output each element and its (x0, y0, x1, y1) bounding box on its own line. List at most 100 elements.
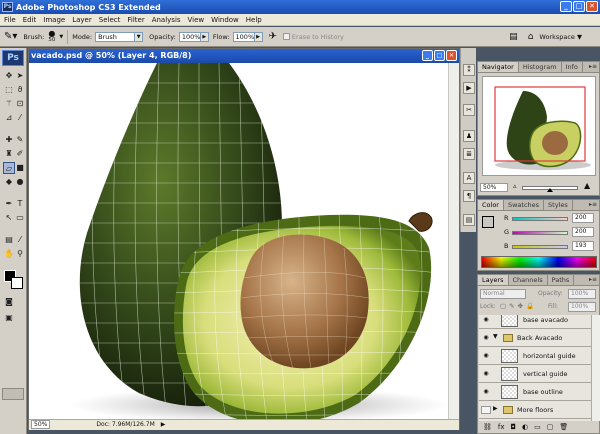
status-arrow-icon[interactable]: ▶ (161, 420, 166, 430)
layer-group-row[interactable]: ▶ More floors (479, 401, 591, 419)
tab-info[interactable]: Info (562, 62, 583, 72)
layers-scrollbar[interactable] (591, 315, 600, 421)
opacity-input[interactable]: 100% ▶ (176, 31, 209, 42)
tab-swatches[interactable]: Swatches (504, 200, 545, 210)
menu-window[interactable]: Window (211, 16, 239, 24)
edit-in-imageready-icon[interactable] (2, 388, 24, 400)
tab-color[interactable]: Color (478, 200, 504, 210)
mask-icon[interactable]: ◘ (511, 422, 517, 433)
tab-paths[interactable]: Paths (548, 275, 575, 285)
menu-image[interactable]: Image (43, 16, 65, 24)
paragraph-dock-icon[interactable]: ¶ (463, 190, 475, 202)
file-browser-icon[interactable]: ⌂ (528, 32, 534, 42)
dodge-icon[interactable]: ● (14, 176, 26, 188)
visibility-toggle[interactable] (481, 406, 491, 414)
tab-styles[interactable]: Styles (544, 200, 573, 210)
menu-analysis[interactable]: Analysis (152, 16, 181, 24)
fx-icon[interactable]: fx (498, 422, 505, 433)
doc-close-button[interactable]: ✕ (446, 50, 457, 61)
zoom-in-icon[interactable]: ▲ (584, 181, 590, 190)
close-button[interactable]: ✕ (586, 1, 598, 12)
background-color-swatch[interactable] (11, 277, 23, 289)
lasso-icon[interactable]: ϑ (14, 84, 26, 96)
tool-presets-dock-icon[interactable]: ✂ (463, 104, 475, 116)
eyedropper-icon[interactable]: ⁄ (14, 112, 26, 124)
tab-histogram[interactable]: Histogram (519, 62, 562, 72)
panel-menu-icon[interactable]: ▸≡ (589, 201, 597, 208)
history-dock-icon[interactable]: ▤ (463, 214, 475, 226)
navigator-preview[interactable] (482, 76, 596, 176)
panel-menu-icon[interactable]: ▸≡ (589, 276, 597, 283)
minimize-button[interactable]: _ (560, 1, 572, 12)
layer-group-row[interactable]: ◉ ▼ Back Avacado (479, 329, 591, 347)
brushes-dock-icon[interactable]: ⁑ (463, 64, 475, 76)
zoom-icon[interactable]: ⚲ (14, 248, 26, 260)
airbrush-icon[interactable]: ✈ (269, 31, 277, 42)
menu-layer[interactable]: Layer (72, 16, 92, 24)
erase-to-history-checkbox[interactable] (282, 33, 292, 41)
menu-file[interactable]: File (4, 16, 16, 24)
doc-minimize-button[interactable]: _ (422, 50, 433, 61)
blue-value-input[interactable]: 193 (572, 241, 594, 251)
fill-input[interactable]: 100% (568, 302, 596, 312)
visibility-eye-icon[interactable]: ◉ (481, 316, 491, 324)
gradient-icon[interactable]: ■ (14, 162, 26, 174)
collapse-triangle-icon[interactable]: ▶ (493, 405, 498, 412)
blend-mode-select[interactable]: Normal (480, 289, 526, 299)
layer-row[interactable]: ◉ base outline (479, 383, 591, 401)
link-icon[interactable]: ⛓ (483, 422, 492, 433)
tab-channels[interactable]: Channels (509, 275, 548, 285)
visibility-eye-icon[interactable]: ◉ (481, 370, 491, 378)
workspace-button[interactable]: Workspace ▼ (539, 33, 582, 41)
brush-icon[interactable]: ✎ (14, 134, 26, 146)
crop-icon[interactable]: ⊡ (14, 98, 26, 110)
shape-icon[interactable]: ▭ (14, 212, 26, 224)
history-brush-icon[interactable]: ✐ (14, 148, 26, 160)
quick-mask-icon[interactable]: ◙ (3, 296, 15, 308)
color-spectrum-ramp[interactable] (481, 256, 597, 268)
green-slider[interactable] (512, 231, 568, 235)
layer-row[interactable]: ◉ vertical guide (479, 365, 591, 383)
tab-layers[interactable]: Layers (478, 275, 509, 285)
expand-triangle-icon[interactable]: ▼ (493, 333, 498, 340)
adjustment-icon[interactable]: ◐ (522, 422, 528, 433)
new-layer-icon[interactable]: ▢ (547, 422, 554, 433)
vertical-scrollbar[interactable] (448, 63, 459, 419)
layer-row[interactable]: ◉ horizontal guide (479, 347, 591, 365)
move-pointer-icon[interactable]: ➤ (14, 70, 26, 82)
document-canvas[interactable] (29, 63, 459, 419)
clone-source-dock-icon[interactable]: ♟ (463, 130, 475, 142)
blue-slider[interactable] (512, 245, 568, 249)
maximize-button[interactable]: □ (573, 1, 585, 12)
mode-select[interactable]: Brush ▼ (92, 31, 144, 42)
actions-dock-icon[interactable]: ▶ (463, 82, 475, 94)
menu-select[interactable]: Select (99, 16, 121, 24)
foreground-color-chip[interactable] (482, 216, 494, 228)
eraser-tool-preset-icon[interactable]: ✎▾ (4, 31, 17, 42)
green-value-input[interactable]: 200 (572, 227, 594, 237)
zoom-out-icon[interactable]: ▵ (513, 182, 517, 190)
visibility-eye-icon[interactable]: ◉ (481, 352, 491, 360)
navigator-zoom-input[interactable]: 50% (480, 183, 508, 192)
red-slider[interactable] (512, 217, 568, 221)
doc-maximize-button[interactable]: □ (434, 50, 445, 61)
flow-input[interactable]: 100% ▶ (230, 31, 263, 42)
brush-picker[interactable]: ● 50 (48, 29, 55, 43)
brushes-palette-icon[interactable]: ▤ (509, 32, 518, 42)
trash-icon[interactable]: 🗑 (559, 422, 568, 433)
visibility-eye-icon[interactable]: ◉ (481, 334, 491, 342)
brush-picker-arrow-icon[interactable]: ▼ (59, 34, 63, 40)
eyedropper2-icon[interactable]: ⁄ (14, 234, 26, 246)
visibility-eye-icon[interactable]: ◉ (481, 388, 491, 396)
character-dock-icon[interactable]: A (463, 172, 475, 184)
zoom-slider-handle[interactable] (547, 188, 553, 192)
menu-filter[interactable]: Filter (127, 16, 144, 24)
type-icon[interactable]: T (14, 198, 26, 210)
zoom-level-field[interactable]: 50% (31, 420, 51, 429)
menu-view[interactable]: View (188, 16, 205, 24)
menu-help[interactable]: Help (246, 16, 262, 24)
layer-row[interactable]: ◉ base avacado (479, 315, 591, 329)
tab-navigator[interactable]: Navigator (478, 62, 519, 72)
panel-menu-icon[interactable]: ▸≡ (589, 63, 597, 70)
layer-comps-dock-icon[interactable]: ≣ (463, 148, 475, 160)
